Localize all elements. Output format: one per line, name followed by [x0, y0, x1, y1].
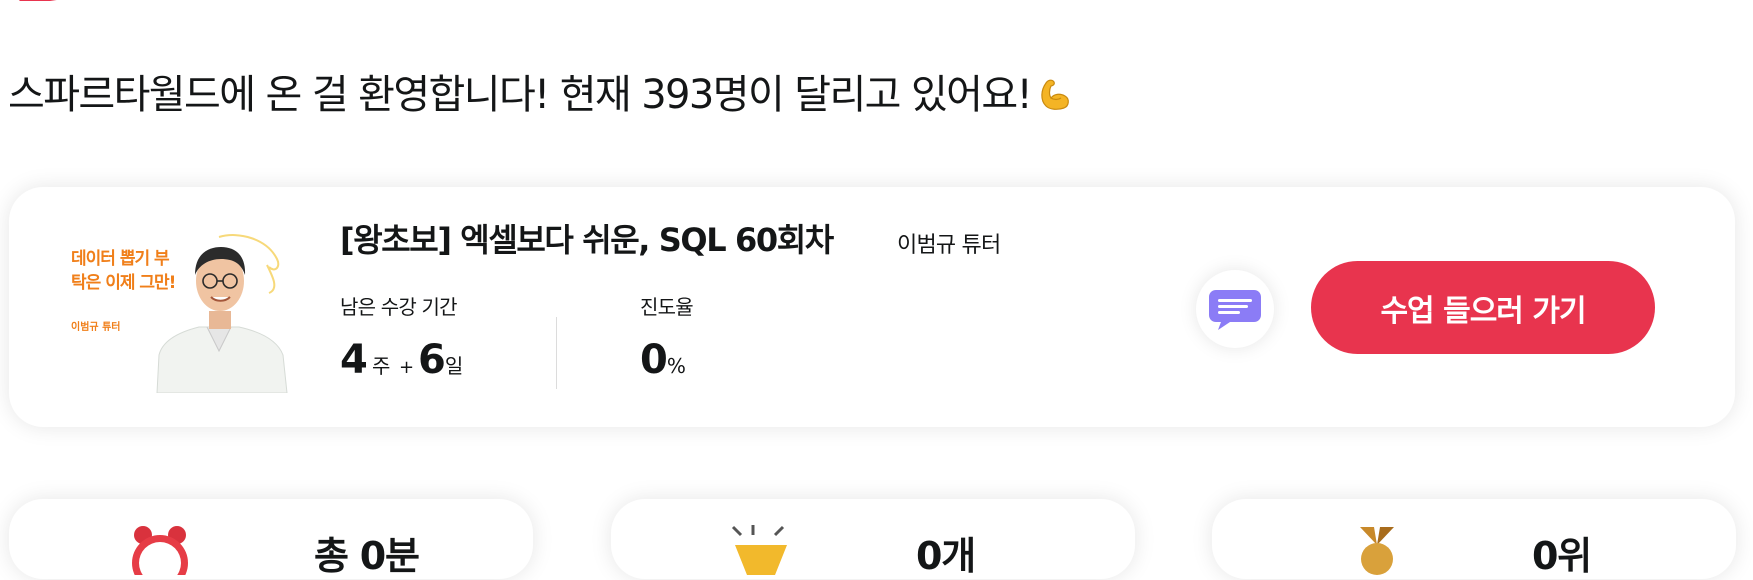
- party-popper-icon: [725, 525, 795, 579]
- progress-number: 0: [640, 337, 668, 383]
- plus-sign: +: [398, 357, 415, 378]
- chat-button[interactable]: [1196, 270, 1274, 348]
- course-title[interactable]: [왕초보] 엑셀보다 쉬운, SQL 60회차: [340, 215, 834, 261]
- remaining-period-value: 4 주 +6일: [340, 337, 463, 383]
- remaining-period-label: 남은 수강 기간: [340, 295, 458, 319]
- progress-label: 진도율: [640, 295, 694, 319]
- medal-icon: [1352, 525, 1402, 579]
- welcome-heading: 스파르타월드에 온 걸 환영합니다! 현재 393명이 달리고 있어요!: [8, 62, 1073, 122]
- welcome-text: 스파르타월드에 온 걸 환영합니다! 현재 393명이 달리고 있어요!: [8, 72, 1033, 118]
- remaining-days: 6: [418, 337, 446, 383]
- course-card: 데이터 뽑기 부탁은 이제 그만! 이범규 튜터 [왕초보] 엑셀보다 쉬운, …: [9, 187, 1735, 427]
- site-logo[interactable]: [10, 0, 130, 8]
- course-thumbnail[interactable]: 데이터 뽑기 부탁은 이제 그만! 이범규 튜터: [53, 227, 303, 393]
- study-time-value: 총 0분: [314, 534, 420, 578]
- flexed-bicep-icon: [1037, 74, 1073, 122]
- progress-unit: %: [666, 354, 686, 378]
- days-unit: 일: [444, 354, 463, 378]
- ranking-value: 0위: [1532, 534, 1592, 578]
- stat-divider: [556, 317, 557, 389]
- chat-bubble-icon: [1209, 290, 1261, 330]
- logo-icon: [18, 0, 57, 1]
- thumbnail-tutor: 이범규 튜터: [71, 322, 121, 333]
- progress-value: 0%: [640, 337, 686, 383]
- alarm-clock-icon: [125, 525, 195, 580]
- achievements-card: 0개: [611, 499, 1135, 579]
- study-time-card: 총 0분: [9, 499, 533, 580]
- attend-class-button[interactable]: 수업 들으러 가기: [1311, 261, 1655, 354]
- course-tutor-name: 이범규 튜터: [897, 233, 1001, 258]
- remaining-weeks: 4: [340, 337, 368, 383]
- ranking-card: 0위: [1212, 499, 1736, 579]
- tutor-photo: [156, 234, 288, 393]
- achievements-value: 0개: [916, 534, 976, 578]
- weeks-unit: 주: [371, 354, 390, 378]
